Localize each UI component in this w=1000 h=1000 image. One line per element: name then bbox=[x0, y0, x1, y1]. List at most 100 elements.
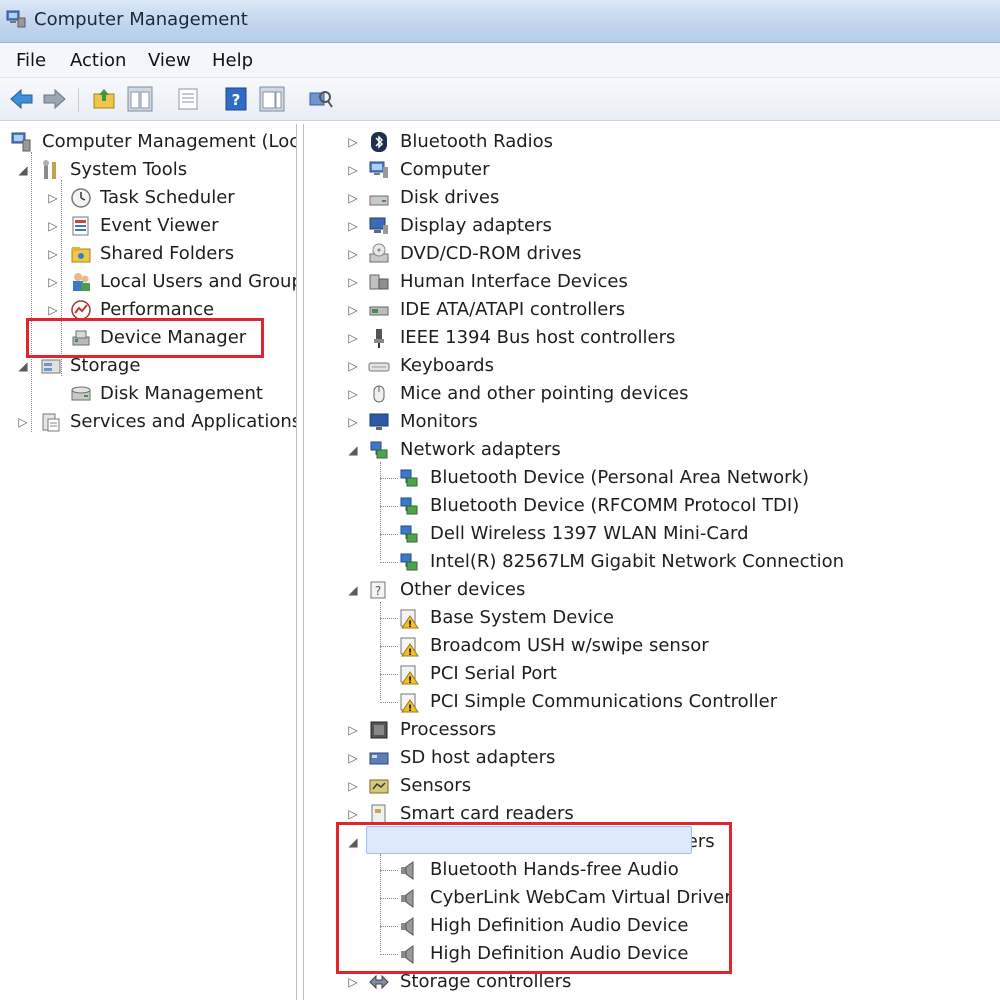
device-node-ide-ata-atapi-controllers[interactable]: ▷ IDE ATA/ATAPI controllers bbox=[304, 296, 994, 324]
tree-node-computer-management[interactable]: Computer Management (Local bbox=[4, 128, 296, 156]
scan-hardware-icon[interactable] bbox=[306, 85, 334, 113]
device-node-pci-simple-communications-controller[interactable]: ! PCI Simple Communications Controller bbox=[304, 688, 994, 716]
expand-arrow-icon[interactable]: ▷ bbox=[346, 749, 360, 767]
tree-node-disk-management[interactable]: Disk Management bbox=[4, 380, 296, 408]
storage-controller-icon bbox=[368, 971, 390, 993]
tree-node-task-scheduler[interactable]: ▷ Task Scheduler bbox=[4, 184, 296, 212]
tree-node-label: Services and Applications bbox=[70, 411, 297, 432]
device-node-label: Other devices bbox=[400, 579, 526, 600]
ide-icon bbox=[368, 299, 390, 321]
tree-node-services-applications[interactable]: ▷ Services and Applications bbox=[4, 408, 296, 436]
device-node-broadcom-ush-w-swipe-sensor[interactable]: ! Broadcom USH w/swipe sensor bbox=[304, 632, 994, 660]
expand-arrow-icon[interactable]: ▷ bbox=[346, 385, 360, 403]
collapse-arrow-icon[interactable]: ◢ bbox=[346, 581, 360, 599]
tree-node-label: Storage bbox=[70, 355, 141, 376]
expand-arrow-icon[interactable]: ▷ bbox=[46, 189, 60, 207]
expand-arrow-icon[interactable]: ▷ bbox=[346, 973, 360, 991]
device-node-dvd-cd-rom-drives[interactable]: ▷ DVD/CD-ROM drives bbox=[304, 240, 994, 268]
collapse-arrow-icon[interactable]: ◢ bbox=[16, 357, 30, 375]
computer-icon bbox=[368, 159, 390, 181]
display-icon bbox=[368, 215, 390, 237]
device-node-dell-wireless-1397-wlan-mini-card[interactable]: Dell Wireless 1397 WLAN Mini-Card bbox=[304, 520, 994, 548]
device-node-label: Dell Wireless 1397 WLAN Mini-Card bbox=[430, 523, 749, 544]
device-node-other-devices[interactable]: ◢? Other devices bbox=[304, 576, 994, 604]
device-node-mice-and-other-pointing-devices[interactable]: ▷ Mice and other pointing devices bbox=[304, 380, 994, 408]
svg-text:?: ? bbox=[232, 91, 241, 109]
tree-node-label: Event Viewer bbox=[100, 215, 219, 236]
tree-node-shared-folders[interactable]: ▷ Shared Folders bbox=[4, 240, 296, 268]
svg-text:?: ? bbox=[375, 584, 381, 598]
expand-arrow-icon[interactable]: ▷ bbox=[346, 245, 360, 263]
help-icon[interactable]: ? bbox=[222, 85, 250, 113]
expand-arrow-icon[interactable]: ▷ bbox=[346, 133, 360, 151]
device-node-disk-drives[interactable]: ▷ Disk drives bbox=[304, 184, 994, 212]
hid-icon bbox=[368, 271, 390, 293]
device-node-label: SD host adapters bbox=[400, 747, 556, 768]
device-node-sensors[interactable]: ▷ Sensors bbox=[304, 772, 994, 800]
expand-arrow-icon[interactable]: ▷ bbox=[346, 329, 360, 347]
menu-bar: File Action View Help bbox=[0, 43, 1000, 78]
device-node-label: Computer bbox=[400, 159, 490, 180]
device-node-bluetooth-device-rfcomm-protocol-tdi[interactable]: Bluetooth Device (RFCOMM Protocol TDI) bbox=[304, 492, 994, 520]
device-node-keyboards[interactable]: ▷ Keyboards bbox=[304, 352, 994, 380]
device-node-intel-r-82567lm-gigabit-network-connection[interactable]: Intel(R) 82567LM Gigabit Network Connect… bbox=[304, 548, 994, 576]
expand-arrow-icon[interactable]: ▷ bbox=[46, 273, 60, 291]
computer-management-icon bbox=[6, 10, 26, 28]
services-icon bbox=[40, 411, 62, 433]
warning-device-icon: ! bbox=[398, 635, 420, 657]
tree-node-event-viewer[interactable]: ▷ Event Viewer bbox=[4, 212, 296, 240]
device-node-human-interface-devices[interactable]: ▷ Human Interface Devices bbox=[304, 268, 994, 296]
menu-action[interactable]: Action bbox=[70, 50, 126, 71]
expand-arrow-icon[interactable]: ▷ bbox=[46, 217, 60, 235]
expand-arrow-icon[interactable]: ▷ bbox=[346, 217, 360, 235]
expand-arrow-icon[interactable]: ▷ bbox=[346, 273, 360, 291]
expand-arrow-icon[interactable]: ▷ bbox=[346, 161, 360, 179]
device-node-computer[interactable]: ▷ Computer bbox=[304, 156, 994, 184]
back-arrow-icon[interactable] bbox=[8, 85, 36, 113]
device-node-display-adapters[interactable]: ▷ Display adapters bbox=[304, 212, 994, 240]
show-action-pane-icon[interactable] bbox=[258, 85, 286, 113]
menu-file[interactable]: File bbox=[16, 50, 46, 71]
device-node-label: Sensors bbox=[400, 775, 472, 796]
expand-arrow-icon[interactable]: ▷ bbox=[46, 301, 60, 319]
warning-device-icon: ! bbox=[398, 607, 420, 629]
menu-help[interactable]: Help bbox=[212, 50, 253, 71]
expand-arrow-icon[interactable]: ▷ bbox=[346, 805, 360, 823]
show-hide-console-tree-icon[interactable] bbox=[126, 85, 154, 113]
device-node-label: Keyboards bbox=[400, 355, 494, 376]
network-icon bbox=[398, 523, 420, 545]
device-node-base-system-device[interactable]: ! Base System Device bbox=[304, 604, 994, 632]
tree-line bbox=[380, 534, 398, 535]
warning-device-icon: ! bbox=[398, 691, 420, 713]
tree-line bbox=[380, 702, 398, 703]
collapse-arrow-icon[interactable]: ◢ bbox=[346, 441, 360, 459]
properties-icon[interactable] bbox=[174, 85, 202, 113]
expand-arrow-icon[interactable]: ▷ bbox=[346, 189, 360, 207]
shared-folder-icon bbox=[70, 243, 92, 265]
device-node-ieee-1394-bus-host-controllers[interactable]: ▷ IEEE 1394 Bus host controllers bbox=[304, 324, 994, 352]
expand-arrow-icon[interactable]: ▷ bbox=[346, 777, 360, 795]
collapse-arrow-icon[interactable]: ◢ bbox=[16, 161, 30, 179]
menu-view[interactable]: View bbox=[148, 50, 191, 71]
up-folder-icon[interactable] bbox=[90, 85, 118, 113]
device-node-sd-host-adapters[interactable]: ▷ SD host adapters bbox=[304, 744, 994, 772]
tools-icon bbox=[40, 159, 62, 181]
device-node-pci-serial-port[interactable]: ! PCI Serial Port bbox=[304, 660, 994, 688]
forward-arrow-icon[interactable] bbox=[40, 85, 68, 113]
tree-node-local-users-groups[interactable]: ▷ Local Users and Groups bbox=[4, 268, 296, 296]
expand-arrow-icon[interactable]: ▷ bbox=[46, 245, 60, 263]
toolbar: ? bbox=[0, 78, 1000, 121]
expand-arrow-icon[interactable]: ▷ bbox=[346, 413, 360, 431]
expand-arrow-icon[interactable]: ▷ bbox=[16, 413, 30, 431]
device-node-label: Bluetooth Device (RFCOMM Protocol TDI) bbox=[430, 495, 800, 516]
svg-text:!: ! bbox=[408, 676, 412, 685]
device-node-monitors[interactable]: ▷ Monitors bbox=[304, 408, 994, 436]
expand-arrow-icon[interactable]: ▷ bbox=[346, 721, 360, 739]
expand-arrow-icon[interactable]: ▷ bbox=[346, 357, 360, 375]
device-node-processors[interactable]: ▷ Processors bbox=[304, 716, 994, 744]
device-node-bluetooth-device-personal-area-network[interactable]: Bluetooth Device (Personal Area Network) bbox=[304, 464, 994, 492]
expand-arrow-icon[interactable]: ▷ bbox=[346, 301, 360, 319]
device-node-network-adapters[interactable]: ◢ Network adapters bbox=[304, 436, 994, 464]
device-node-bluetooth-radios[interactable]: ▷ Bluetooth Radios bbox=[304, 128, 994, 156]
tree-node-system-tools[interactable]: ◢ System Tools bbox=[4, 156, 296, 184]
